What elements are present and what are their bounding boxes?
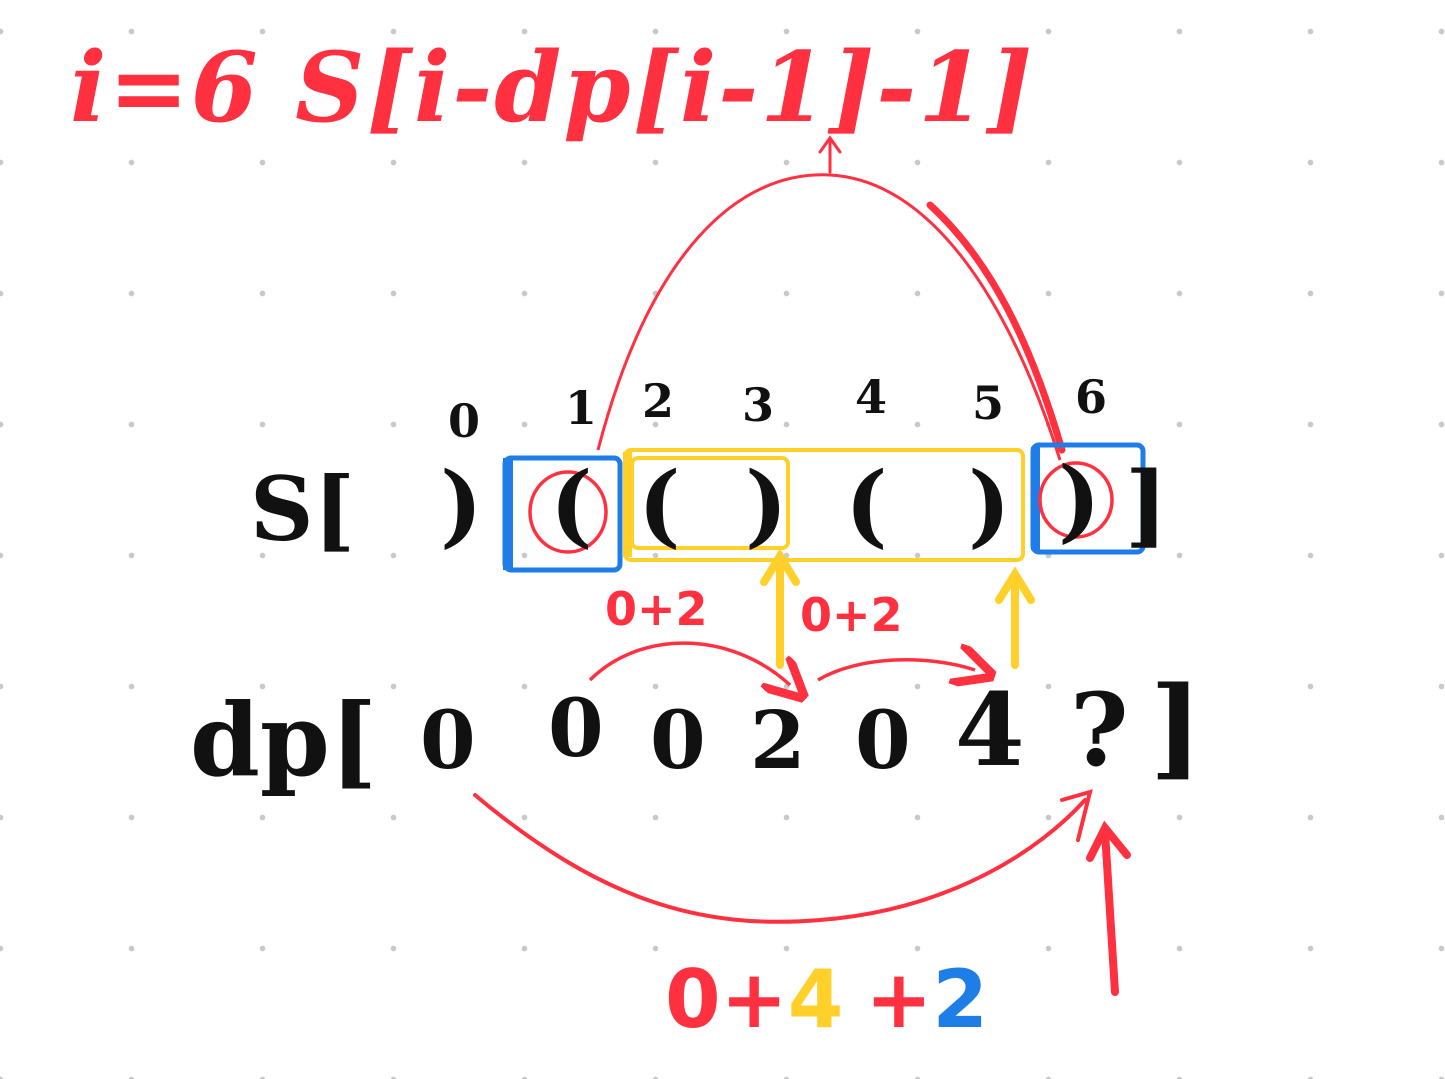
sum-part-two: 2 <box>932 953 989 1046</box>
yellow-box-outer <box>623 448 1025 562</box>
index-4: 4 <box>855 370 888 424</box>
dp-array-label: dp[ <box>190 681 378 799</box>
step-note-2: 0+2 <box>800 588 903 642</box>
s-char-2: ( <box>638 452 681 558</box>
s-array-label: S[ <box>250 457 356 561</box>
index-1: 1 <box>565 381 598 435</box>
bottom-arc <box>473 793 1087 924</box>
index-6: 6 <box>1075 370 1108 424</box>
formula-text: i=6 S[i-dp[i-1]-1] <box>70 31 1035 144</box>
dp-value-0: 0 <box>420 693 476 787</box>
sum-expression: 0+4 +2 <box>665 960 988 1040</box>
index-2: 2 <box>642 374 675 428</box>
index-3: 3 <box>742 378 775 432</box>
dp-value-6: ? <box>1070 671 1129 789</box>
step-arc-1 <box>588 641 790 685</box>
annotation-layer <box>473 135 1146 996</box>
dp-value-3: 2 <box>750 693 806 787</box>
yellow-arrow-dp3 <box>760 548 800 669</box>
s-char-6: ) <box>1058 447 1101 553</box>
dp-value-1: 0 <box>548 681 604 775</box>
dp-array-close: ] <box>1150 662 1203 791</box>
dp-value-4: 0 <box>855 693 911 787</box>
sum-part-zero-plus: 0+ <box>665 953 788 1046</box>
sum-part-four: 4 <box>787 953 844 1046</box>
step-arc-2 <box>817 660 975 680</box>
s-char-1: ( <box>550 452 593 558</box>
s-char-3: ) <box>745 452 788 558</box>
yellow-arrow-dp5 <box>995 566 1035 669</box>
s-char-5: ) <box>968 452 1011 558</box>
sum-part-plus: + <box>865 953 933 1046</box>
s-char-0: ) <box>440 452 483 558</box>
dp-value-5: 4 <box>955 671 1025 789</box>
yellow-box-left-edge <box>623 452 632 557</box>
dp-value-2: 0 <box>650 693 706 787</box>
index-5: 5 <box>972 376 1005 430</box>
red-up-arrow <box>1086 820 1131 996</box>
s-char-4: ( <box>845 452 888 558</box>
index-0: 0 <box>448 394 481 448</box>
blue-box-left-edge <box>503 458 513 570</box>
step-note-1: 0+2 <box>605 582 708 636</box>
s-array-close: ] <box>1125 452 1168 558</box>
